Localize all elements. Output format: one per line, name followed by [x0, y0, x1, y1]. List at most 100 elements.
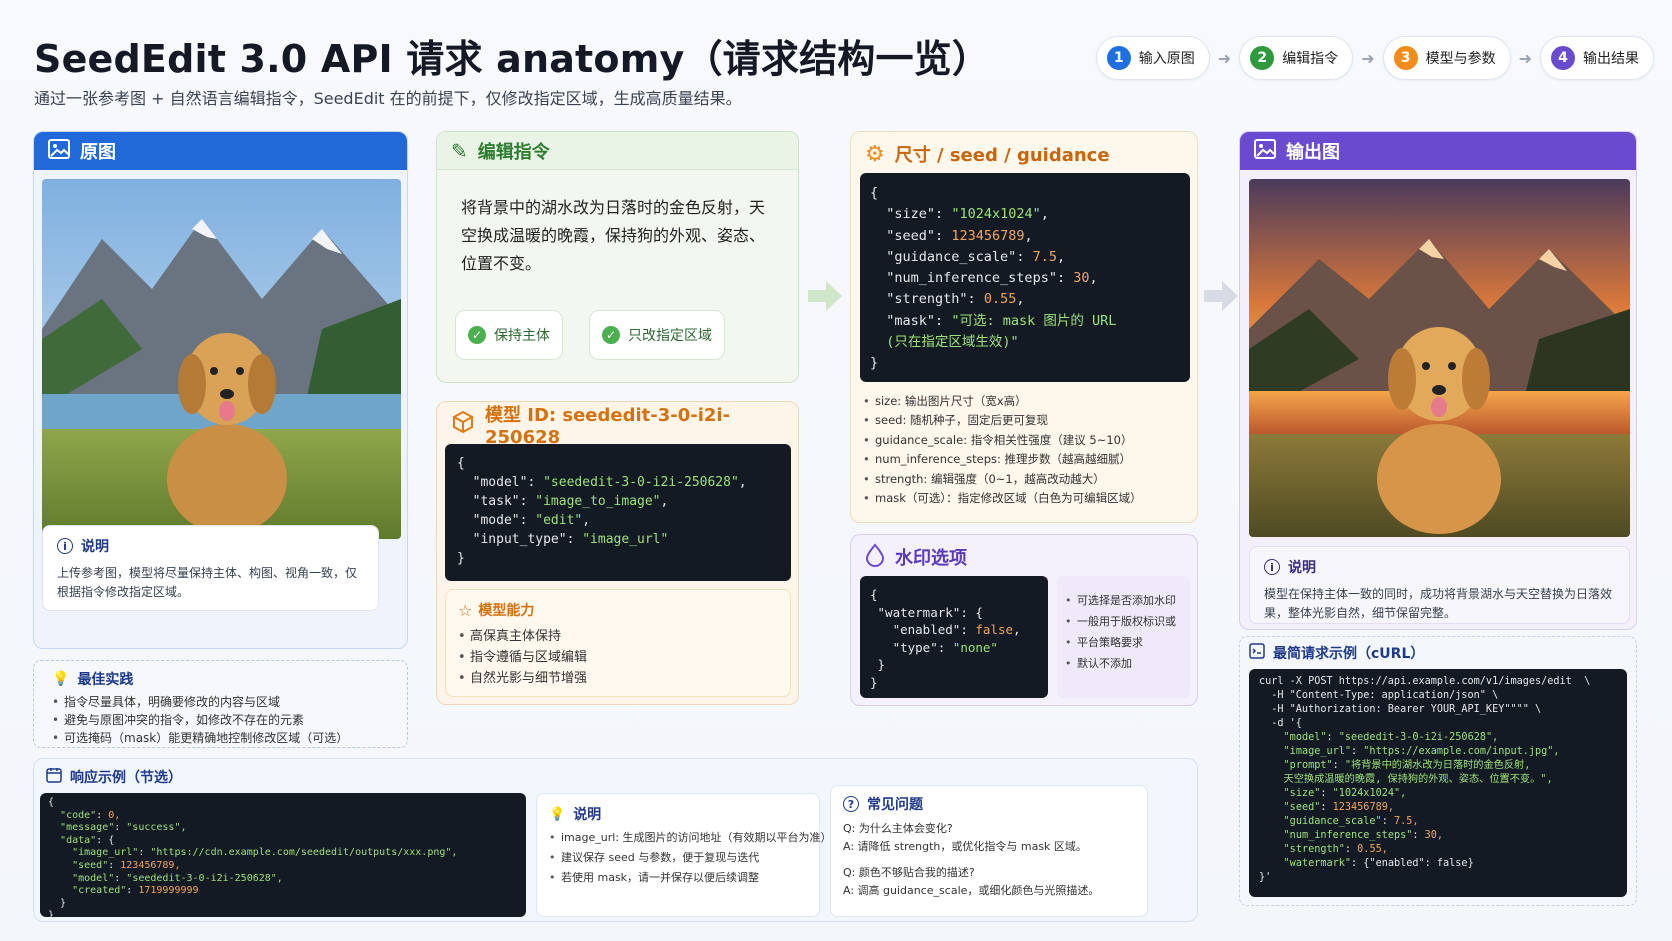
step-number: 2	[1250, 46, 1275, 70]
list-item: 默认不添加	[1065, 653, 1182, 674]
original-header: 原图	[34, 132, 407, 170]
curl-heading: 最简请求示例（cURL）	[1249, 643, 1627, 663]
list-item: num_inference_steps: 推理步数（越高越细腻）	[863, 450, 1193, 470]
note-title: 说明	[1288, 560, 1316, 576]
best-practice-box: 💡 最佳实践 指令尽量具体，明确要修改的内容与区域 避免与原图冲突的指令，如修改…	[33, 660, 408, 748]
original-note: i 说明 上传参考图，模型将尽量保持主体、构图、视角一致，仅根据指令修改指定区域…	[42, 525, 379, 611]
note-text: 上传参考图，模型将尽量保持主体、构图、视角一致，仅根据指令修改指定区域。	[57, 566, 358, 599]
params-title: 尺寸 / seed / guidance	[894, 145, 1110, 166]
step-3: 3 模型与参数	[1382, 36, 1511, 80]
list-item: 建议保存 seed 与参数，便于复现与迭代	[549, 848, 807, 868]
calendar-icon	[46, 767, 62, 787]
params-list: size: 输出图片尺寸（宽x高） seed: 随机种子，固定后更可复现 gui…	[863, 392, 1193, 509]
output-note: i 说明 模型在保持主体一致的同时，成功将背景湖水与天空替换为日落效果，整体光影…	[1249, 546, 1630, 624]
step-number: 3	[1393, 46, 1418, 70]
watermark-header: 水印选项	[851, 535, 1197, 579]
image-icon	[1254, 138, 1276, 164]
original-panel: 原图 i 说明 上传参考图，模型将尽量保持主体、构图、视角一致，仅根据指令修改指…	[33, 131, 408, 649]
code-icon	[1249, 643, 1265, 663]
list-item: image_url: 生成图片的访问地址（有效期以平台为准）	[549, 828, 832, 848]
note-title: 说明	[573, 807, 602, 823]
step-label: 输入原图	[1138, 51, 1195, 67]
step-number: 1	[1106, 46, 1131, 70]
best-heading: 💡 最佳实践	[52, 669, 389, 689]
response-panel: 响应示例（节选） { "code": 0, "message": "succes…	[33, 758, 1198, 922]
model-panel: 模型 ID: seededit-3-0-i2i-250628 { "model"…	[436, 401, 799, 705]
note-title: 说明	[81, 539, 109, 555]
pencil-icon: ✎	[451, 138, 468, 163]
step-4: 4 输出结果	[1540, 36, 1654, 80]
step-label: 模型与参数	[1425, 51, 1496, 67]
note-heading: i 说明	[57, 536, 364, 556]
model-header: 模型 ID: seededit-3-0-i2i-250628	[437, 402, 798, 448]
watermark-notes: 可选择是否添加水印 一般用于版权标识或 平台策略要求 默认不添加	[1057, 576, 1190, 698]
list-item: 可选掩码（mask）能更精确地控制修改区域（可选）	[52, 729, 389, 747]
best-title: 最佳实践	[77, 672, 134, 688]
chip-label: 保持主体	[494, 328, 550, 344]
info-icon: i	[1264, 559, 1280, 575]
output-photo	[1249, 179, 1630, 537]
model-capabilities: ☆ 模型能力 高保真主体保持 指令遵循与区域编辑 自然光影与细节增强	[445, 589, 791, 697]
faq-q1: Q: 为什么主体会变化?	[843, 822, 953, 835]
question-icon: ?	[843, 796, 859, 812]
faq-q2: Q: 颜色不够贴合我的描述?	[843, 866, 975, 879]
faq-title: 常见问题	[867, 797, 923, 813]
model-code: { "model": "seededit-3-0-i2i-250628", "t…	[445, 444, 791, 581]
lightbulb-icon: 💡	[549, 806, 566, 822]
watermark-code: { "watermark": { "enabled": false, "type…	[860, 576, 1048, 698]
cap-title: 模型能力	[478, 603, 535, 619]
watermark-panel: 水印选项 { "watermark": { "enabled": false, …	[850, 534, 1198, 706]
response-note: 💡 说明 image_url: 生成图片的访问地址（有效期以平台为准） 建议保存…	[536, 793, 832, 917]
list-item: seed: 随机种子，固定后更可复现	[863, 411, 1193, 431]
list-item: 平台策略要求	[1065, 632, 1182, 653]
list-item: 高保真主体保持	[458, 626, 778, 647]
arrow-right-icon	[806, 278, 844, 318]
note-heading: 💡 说明	[549, 804, 807, 824]
chip-label: 只改指定区域	[628, 328, 712, 344]
list-item: 若使用 mask，请一并保存以便后续调整	[549, 868, 807, 888]
check-icon: ✓	[602, 326, 620, 344]
note-text: 模型在保持主体一致的同时，成功将背景湖水与天空替换为日落效果，整体光影自然，细节…	[1264, 587, 1613, 620]
output-title: 输出图	[1286, 142, 1340, 163]
arrow-right-icon	[1202, 278, 1240, 318]
lightbulb-icon: 💡	[52, 671, 70, 687]
curl-panel: 最简请求示例（cURL） curl -X POST https://api.ex…	[1239, 636, 1637, 906]
cube-icon	[451, 410, 475, 439]
gear-icon: ⚙	[865, 141, 885, 167]
list-item: 一般用于版权标识或	[1065, 611, 1182, 632]
instruction-header: ✎ 编辑指令	[437, 132, 798, 170]
params-code: { "size": "1024x1024", "seed": 123456789…	[860, 173, 1190, 382]
image-icon	[48, 138, 70, 164]
curl-title: 最简请求示例（cURL）	[1273, 646, 1425, 662]
response-title: 响应示例（节选）	[70, 770, 182, 786]
list-item: 指令遵循与区域编辑	[458, 647, 778, 668]
faq-box: ? 常见问题 Q: 为什么主体会变化? A: 请降低 strength，或优化指…	[830, 785, 1148, 917]
instruction-title: 编辑指令	[477, 141, 550, 163]
arrow-right-icon: ➜	[1518, 48, 1532, 68]
step-number: 4	[1551, 46, 1575, 70]
list-item: strength: 编辑强度（0~1，越高改动越大）	[863, 470, 1193, 490]
params-panel: ⚙ 尺寸 / seed / guidance { "size": "1024x1…	[850, 131, 1198, 523]
faq-heading: ? 常见问题	[843, 794, 1135, 814]
list-item: size: 输出图片尺寸（宽x高）	[863, 392, 1193, 412]
original-photo	[42, 179, 401, 539]
cap-heading: ☆ 模型能力	[458, 600, 778, 620]
info-icon: i	[57, 538, 73, 554]
instruction-panel: ✎ 编辑指令 将背景中的湖水改为日落时的金色反射，天空换成温暖的晚霞，保持狗的外…	[436, 131, 799, 383]
original-title: 原图	[80, 142, 116, 163]
list-item: 可选择是否添加水印	[1065, 590, 1182, 611]
cap-list: 高保真主体保持 指令遵循与区域编辑 自然光影与细节增强	[458, 626, 778, 689]
step-2: 2 编辑指令	[1239, 36, 1354, 80]
output-panel: 输出图 i 说明 模型在保持主体一致的同时，成功将背景湖水与天空替换为日落效果，…	[1239, 131, 1637, 630]
note-heading: i 说明	[1264, 557, 1615, 577]
response-code: { "code": 0, "message": "success", "data…	[40, 793, 526, 917]
list-item: 指令尽量具体，明确要修改的内容与区域	[52, 693, 389, 711]
keep-subject-chip: ✓ 保持主体	[455, 310, 563, 360]
arrow-right-icon: ➜	[1361, 48, 1375, 68]
instruction-text: 将背景中的湖水改为日落时的金色反射，天空换成温暖的晚霞，保持狗的外观、姿态、位置…	[461, 198, 766, 273]
faq-a2: A: 调高 guidance_scale，或细化颜色与光照描述。	[843, 884, 1100, 897]
list-item: 避免与原图冲突的指令，如修改不存在的元素	[52, 711, 389, 729]
model-title: 模型 ID: seededit-3-0-i2i-250628	[485, 404, 731, 448]
step-1: 1 输入原图	[1095, 36, 1210, 80]
list-item: guidance_scale: 指令相关性强度（建议 5~10）	[863, 431, 1193, 451]
